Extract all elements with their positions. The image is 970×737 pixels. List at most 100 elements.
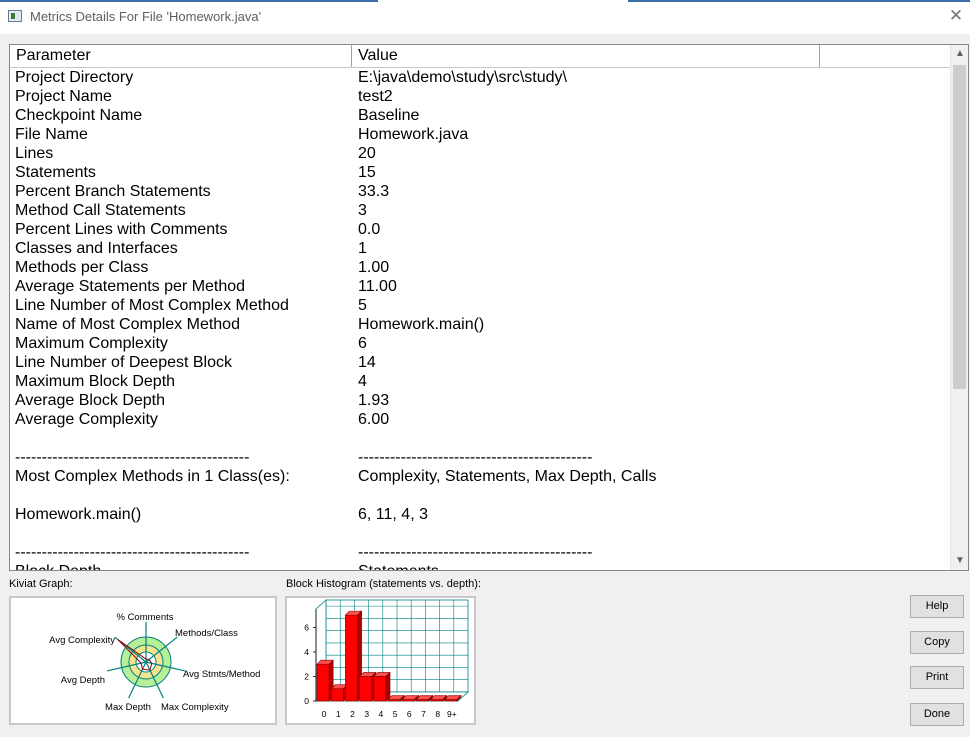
table-row[interactable] bbox=[10, 429, 952, 448]
parameter-cell: Most Complex Methods in 1 Class(es): bbox=[15, 468, 290, 485]
copy-button[interactable]: Copy bbox=[910, 631, 964, 654]
value-cell: Homework.java bbox=[358, 126, 469, 143]
title-bar: Metrics Details For File 'Homework.java'… bbox=[0, 0, 970, 34]
kiviat-graph: % CommentsMethods/Class Avg Stmts/Method M… bbox=[49, 612, 260, 713]
table-row[interactable]: Methods per Class 1.00 bbox=[10, 258, 952, 277]
column-header-value[interactable]: Value bbox=[352, 45, 820, 67]
table-row[interactable]: Line Number of Most Complex Method 5 bbox=[10, 296, 952, 315]
value-cell: E:\java\demo\study\src\study\ bbox=[358, 69, 567, 86]
table-row[interactable]: Project Directory E:\java\demo\study\src\… bbox=[10, 68, 952, 87]
kiviat-axis-label: Max Depth bbox=[105, 702, 151, 713]
parameter-cell: Percent Lines with Comments bbox=[15, 221, 228, 238]
parameter-cell: Project Name bbox=[15, 88, 112, 105]
value-cell: 0.0 bbox=[358, 221, 381, 238]
parameter-cell: File Name bbox=[15, 126, 88, 143]
value-cell: 6 bbox=[358, 335, 367, 352]
value-cell: 1 bbox=[358, 240, 367, 257]
parameter-cell: Average Complexity bbox=[15, 411, 158, 428]
parameter-cell: Method Call Statements bbox=[15, 202, 186, 219]
parameter-cell: Lines bbox=[15, 145, 54, 162]
table-row[interactable]: Checkpoint Name Baseline bbox=[10, 106, 952, 125]
parameter-cell: Average Statements per Method bbox=[15, 278, 246, 295]
table-row[interactable]: File Name Homework.java bbox=[10, 125, 952, 144]
parameter-cell: Maximum Block Depth bbox=[15, 373, 176, 390]
table-row[interactable]: Lines 20 bbox=[10, 144, 952, 163]
table-row[interactable] bbox=[10, 524, 952, 543]
table-row[interactable] bbox=[10, 486, 952, 505]
value-cell: Homework.main() bbox=[358, 316, 485, 333]
value-cell: Statements bbox=[358, 562, 439, 570]
kiviat-axis-label: Methods/Class bbox=[175, 628, 238, 639]
parameter-cell: Average Block Depth bbox=[15, 392, 166, 409]
close-button[interactable]: ✕ bbox=[946, 6, 966, 26]
histogram-bar bbox=[330, 684, 349, 702]
table-row[interactable]: Homework.main() 6, 11, 4, 3 bbox=[10, 505, 952, 524]
value-cell: 6.00 bbox=[358, 411, 390, 428]
table-row[interactable]: Average Statements per Method 11.00 bbox=[10, 277, 952, 296]
list-header: Parameter Value bbox=[10, 45, 952, 68]
parameter-cell: Statements bbox=[15, 164, 96, 181]
histogram-x-tick-label: 1 bbox=[336, 709, 341, 719]
help-button[interactable]: Help bbox=[910, 595, 964, 618]
value-cell: 5 bbox=[358, 297, 367, 314]
table-row[interactable]: Classes and Interfaces 1 bbox=[10, 239, 952, 258]
vertical-scrollbar[interactable]: ▲ ▼ bbox=[950, 45, 968, 570]
value-cell: ----------------------------------------… bbox=[358, 544, 593, 561]
table-row[interactable]: ----------------------------------------… bbox=[10, 543, 952, 562]
metrics-list[interactable]: Parameter Value Project Directory E:\java… bbox=[9, 44, 969, 571]
table-row[interactable]: Percent Lines with Comments 0.0 bbox=[10, 220, 952, 239]
value-cell: 1.93 bbox=[358, 392, 390, 409]
parameter-cell: Methods per Class bbox=[15, 259, 149, 276]
table-row[interactable]: Percent Branch Statements 33.3 bbox=[10, 182, 952, 201]
histogram-x-tick-label: 4 bbox=[379, 709, 384, 719]
value-cell: Baseline bbox=[358, 107, 420, 124]
histogram-bar bbox=[316, 659, 334, 702]
column-header-parameter[interactable]: Parameter bbox=[10, 45, 352, 67]
title-accent-right bbox=[628, 0, 970, 2]
kiviat-axis-label: % Comments bbox=[116, 612, 173, 623]
parameter-cell: Classes and Interfaces bbox=[15, 240, 178, 257]
histogram-label: Block Histogram (statements vs. depth): bbox=[286, 578, 482, 590]
kiviat-label: Kiviat Graph: bbox=[9, 578, 73, 590]
done-button[interactable]: Done bbox=[910, 703, 964, 726]
table-row[interactable]: Average Complexity 6.00 bbox=[10, 410, 952, 429]
scroll-down-icon[interactable]: ▼ bbox=[955, 556, 965, 566]
table-row[interactable]: Block Depth Statements bbox=[10, 562, 952, 570]
scroll-up-icon[interactable]: ▲ bbox=[955, 49, 965, 59]
histogram-x-tick-label: 3 bbox=[364, 709, 369, 719]
histogram-x-tick-label: 7 bbox=[421, 709, 426, 719]
histogram-x-tick-label: 6 bbox=[407, 709, 412, 719]
kiviat-axis-label: Max Complexity bbox=[161, 702, 229, 713]
list-rows: Project Directory E:\java\demo\study\src\… bbox=[10, 68, 952, 570]
table-row[interactable]: Maximum Complexity 6 bbox=[10, 334, 952, 353]
value-cell: 14 bbox=[358, 354, 376, 371]
table-row[interactable]: Average Block Depth 1.93 bbox=[10, 391, 952, 410]
kiviat-axis-label: Avg Complexity bbox=[49, 635, 115, 646]
value-cell: 15 bbox=[358, 164, 376, 181]
kiviat-axis-label: Avg Stmts/Method bbox=[183, 669, 260, 680]
histogram-x-tick-label: 8 bbox=[435, 709, 440, 719]
parameter-cell: Name of Most Complex Method bbox=[15, 316, 240, 333]
value-cell: 3 bbox=[358, 202, 367, 219]
histogram-y-tick-label: 4 bbox=[304, 647, 309, 657]
value-cell: 11.00 bbox=[358, 278, 397, 295]
parameter-cell: Maximum Complexity bbox=[15, 335, 168, 352]
value-cell: 4 bbox=[358, 373, 367, 390]
table-row[interactable]: Most Complex Methods in 1 Class(es): Comp… bbox=[10, 467, 952, 486]
kiviat-axis-label: Avg Depth bbox=[61, 675, 105, 686]
parameter-cell: Line Number of Deepest Block bbox=[15, 354, 232, 371]
value-cell: 20 bbox=[358, 145, 376, 162]
table-row[interactable]: Statements 15 bbox=[10, 163, 952, 182]
value-cell: 33.3 bbox=[358, 183, 390, 200]
parameter-cell: ----------------------------------------… bbox=[15, 449, 250, 466]
table-row[interactable]: Line Number of Deepest Block 14 bbox=[10, 353, 952, 372]
table-row[interactable]: Name of Most Complex Method Homework.main… bbox=[10, 315, 952, 334]
table-row[interactable]: Maximum Block Depth 4 bbox=[10, 372, 952, 391]
histogram-bar bbox=[344, 610, 363, 702]
value-cell: ----------------------------------------… bbox=[358, 449, 593, 466]
table-row[interactable]: Project Name test2 bbox=[10, 87, 952, 106]
table-row[interactable]: ----------------------------------------… bbox=[10, 448, 952, 467]
table-row[interactable]: Method Call Statements 3 bbox=[10, 201, 952, 220]
scrollbar-thumb[interactable] bbox=[953, 65, 966, 389]
print-button[interactable]: Print bbox=[910, 666, 964, 689]
